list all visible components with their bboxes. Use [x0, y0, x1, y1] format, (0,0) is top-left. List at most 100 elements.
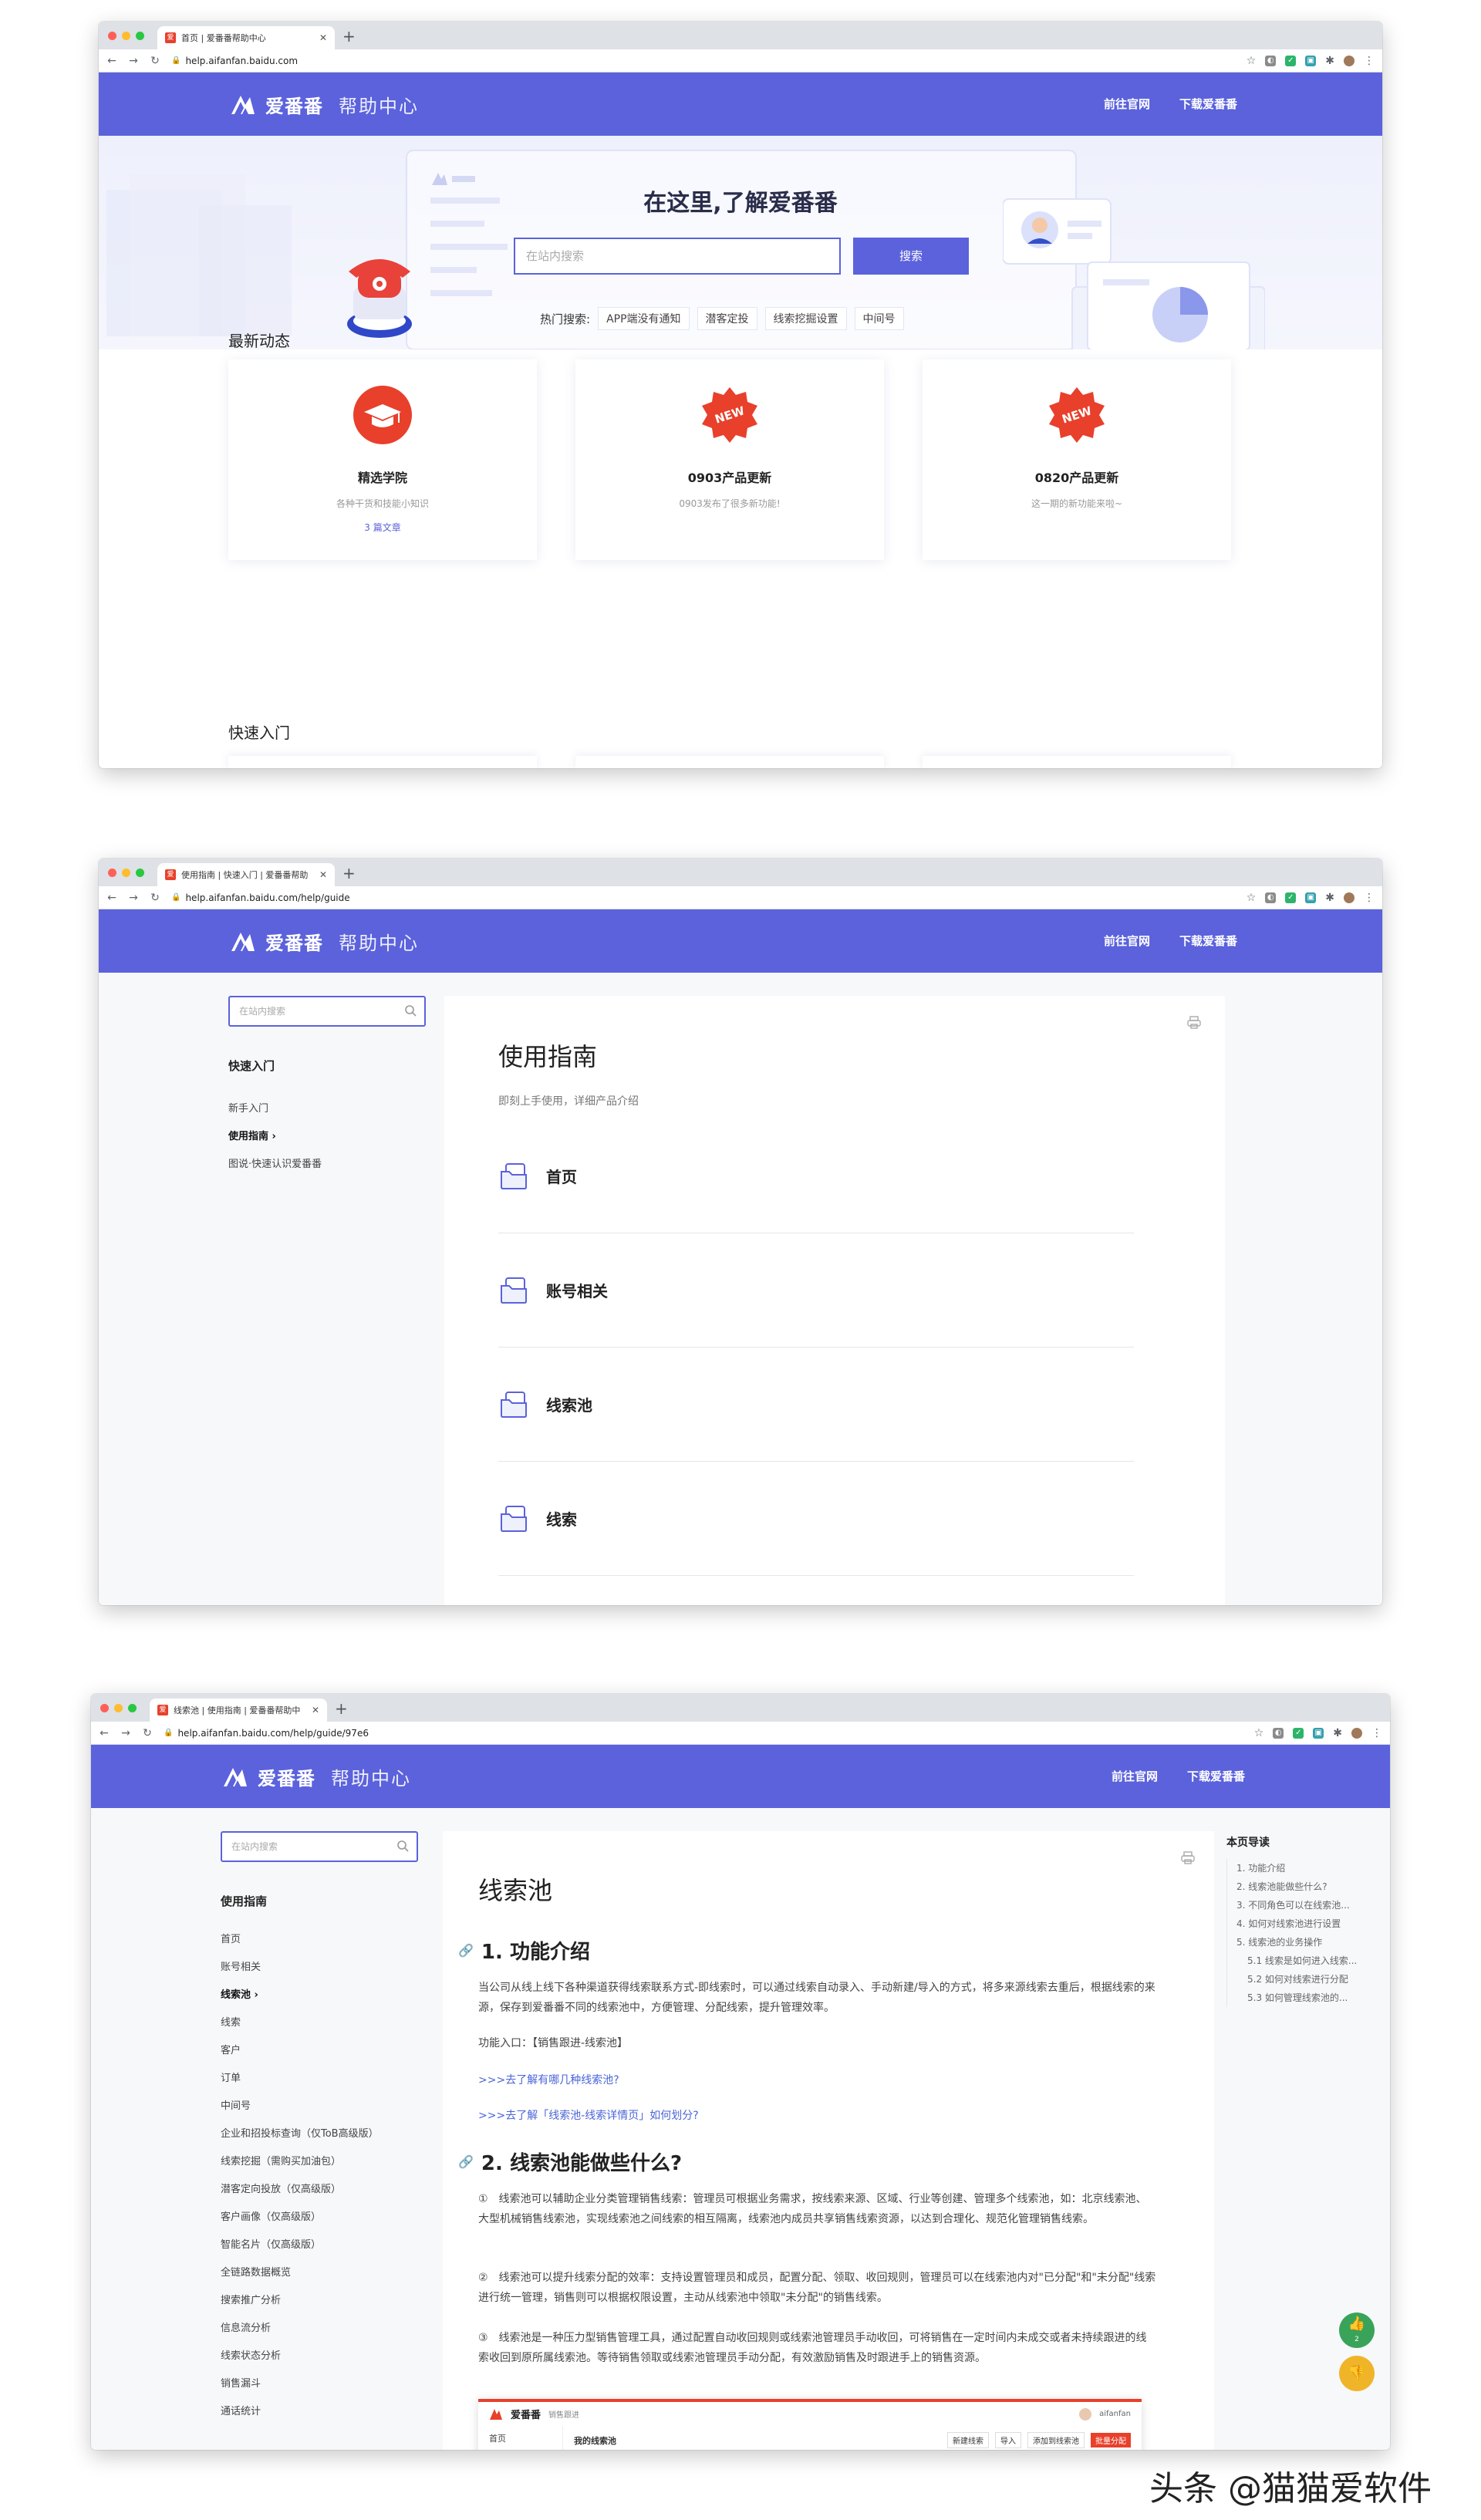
- sidebar-item[interactable]: 图说·快速认识爱番番: [228, 1151, 426, 1179]
- new-tab-icon[interactable]: +: [342, 27, 356, 46]
- sidebar-item[interactable]: 新手入门: [228, 1095, 426, 1123]
- forward-icon[interactable]: →: [128, 892, 139, 904]
- sidebar-item-active[interactable]: 使用指南 ›: [228, 1123, 426, 1151]
- toc-item[interactable]: 1. 功能介绍: [1236, 1859, 1365, 1877]
- sidebar-item[interactable]: 线索: [221, 2009, 418, 2037]
- sidebar-item[interactable]: 全链路数据概览: [221, 2259, 418, 2287]
- bookmark-star-icon[interactable]: ☆: [1254, 1727, 1264, 1739]
- sidebar-item[interactable]: 首页: [221, 1926, 418, 1954]
- forward-icon[interactable]: →: [128, 55, 139, 67]
- quick-card[interactable]: [575, 756, 884, 768]
- sidebar-item[interactable]: 线索挖掘（需购买加油包）: [221, 2148, 418, 2176]
- sidebar-item[interactable]: 信息流分析: [221, 2315, 418, 2343]
- minimize-window-button[interactable]: [122, 32, 130, 40]
- browser-tab[interactable]: 爱 线索池 | 使用指南 | 爱番番帮助中 ✕: [150, 1699, 327, 1722]
- url-field[interactable]: 🔒 help.aifanfan.baidu.com: [171, 56, 1236, 66]
- sidebar-item[interactable]: 客户: [221, 2037, 418, 2065]
- sidebar-search-input[interactable]: 在站内搜索: [221, 1831, 418, 1862]
- maximize-window-button[interactable]: [136, 869, 144, 877]
- news-card[interactable]: NEW 0820产品更新 这一期的新功能来啦~: [923, 359, 1231, 560]
- toc-item[interactable]: 5.1 线索是如何进入线索...: [1236, 1952, 1365, 1970]
- close-window-button[interactable]: [108, 869, 116, 877]
- quick-card[interactable]: [228, 756, 537, 768]
- puzzle-icon[interactable]: ✱: [1333, 1727, 1342, 1739]
- hot-search-tag[interactable]: 线索挖掘设置: [764, 307, 847, 330]
- guide-item[interactable]: 客户: [498, 1576, 1134, 1605]
- sidebar-item[interactable]: 订单: [221, 2065, 418, 2093]
- close-window-button[interactable]: [100, 1704, 109, 1712]
- url-field[interactable]: 🔒 help.aifanfan.baidu.com/help/guide: [171, 892, 1236, 903]
- hot-search-tag[interactable]: 潜客定投: [697, 307, 757, 330]
- bookmark-star-icon[interactable]: ☆: [1247, 892, 1257, 904]
- hot-search-tag[interactable]: 中间号: [854, 307, 904, 330]
- reload-icon[interactable]: ↻: [150, 892, 160, 904]
- hot-search-tag[interactable]: APP端没有通知: [598, 307, 690, 330]
- guide-item[interactable]: 账号相关: [498, 1233, 1134, 1348]
- guide-item[interactable]: 线索: [498, 1462, 1134, 1576]
- sidebar-item[interactable]: 销售漏斗: [221, 2370, 418, 2398]
- sidebar-item[interactable]: 潜客定向投放（仅高级版）: [221, 2176, 418, 2204]
- profile-avatar[interactable]: [1351, 1727, 1362, 1739]
- extension-icon[interactable]: ✓: [1293, 1727, 1304, 1739]
- search-icon[interactable]: [396, 1840, 409, 1852]
- menu-dots-icon[interactable]: ⋮: [1364, 55, 1375, 67]
- toc-item[interactable]: 4. 如何对线索池进行设置: [1236, 1914, 1365, 1933]
- sidebar-item[interactable]: 企业和招投标查询（仅ToB高级版）: [221, 2120, 418, 2148]
- browser-tab[interactable]: 爱 首页 | 爱番番帮助中心 ✕: [157, 26, 335, 49]
- hero-search-button[interactable]: 搜索: [853, 238, 969, 275]
- profile-avatar[interactable]: [1344, 892, 1354, 903]
- minimize-window-button[interactable]: [114, 1704, 123, 1712]
- sidebar-item[interactable]: 通话统计: [221, 2398, 418, 2426]
- back-icon[interactable]: ←: [99, 1727, 110, 1739]
- nav-official-site-link[interactable]: 前往官网: [1112, 1768, 1158, 1784]
- extension-icon[interactable]: ▣: [1305, 892, 1317, 903]
- toc-item[interactable]: 5.2 如何对线索进行分配: [1236, 1970, 1365, 1989]
- guide-item[interactable]: 线索池: [498, 1348, 1134, 1462]
- article-link[interactable]: >>>去了解「线索池-线索详情页」如何划分?: [478, 2107, 699, 2123]
- puzzle-icon[interactable]: ✱: [1325, 55, 1334, 67]
- extension-icon[interactable]: ◐: [1273, 1727, 1284, 1739]
- menu-dots-icon[interactable]: ⋮: [1371, 1727, 1382, 1739]
- extension-icon[interactable]: ◐: [1265, 892, 1277, 903]
- nav-download-link[interactable]: 下载爱番番: [1187, 1768, 1245, 1784]
- maximize-window-button[interactable]: [136, 32, 144, 40]
- minimize-window-button[interactable]: [122, 869, 130, 877]
- maximize-window-button[interactable]: [128, 1704, 137, 1712]
- toc-item[interactable]: 3. 不同角色可以在线索池...: [1236, 1896, 1365, 1914]
- close-window-button[interactable]: [108, 32, 116, 40]
- sidebar-item[interactable]: 搜索推广分析: [221, 2287, 418, 2315]
- sidebar-item[interactable]: 线索状态分析: [221, 2343, 418, 2370]
- new-tab-icon[interactable]: +: [342, 864, 356, 882]
- article-link[interactable]: >>>去了解有哪几种线索池?: [478, 2072, 619, 2087]
- print-icon[interactable]: [1180, 1850, 1196, 1865]
- hero-search-input[interactable]: 在站内搜索: [514, 238, 841, 275]
- toc-item[interactable]: 5. 线索池的业务操作: [1236, 1933, 1365, 1952]
- tab-close-icon[interactable]: ✕: [319, 869, 327, 880]
- toc-item[interactable]: 5.3 如何管理线索池的...: [1236, 1989, 1365, 2007]
- bookmark-star-icon[interactable]: ☆: [1247, 55, 1257, 67]
- extension-icon[interactable]: ✓: [1285, 892, 1297, 903]
- extension-icon[interactable]: ▣: [1305, 55, 1317, 66]
- menu-dots-icon[interactable]: ⋮: [1364, 892, 1375, 904]
- new-tab-icon[interactable]: +: [335, 1699, 348, 1718]
- tab-close-icon[interactable]: ✕: [312, 1705, 319, 1715]
- thumbs-down-button[interactable]: 👎: [1339, 2356, 1375, 2391]
- nav-download-link[interactable]: 下载爱番番: [1179, 96, 1237, 112]
- news-card[interactable]: 精选学院 各种干货和技能小知识 3 篇文章: [228, 359, 537, 560]
- forward-icon[interactable]: →: [120, 1727, 131, 1739]
- sidebar-item[interactable]: 中间号: [221, 2093, 418, 2120]
- extension-icon[interactable]: ✓: [1285, 55, 1297, 66]
- sidebar-search-input[interactable]: 在站内搜索: [228, 996, 426, 1027]
- print-icon[interactable]: [1186, 1014, 1202, 1030]
- thumbs-up-button[interactable]: 👍 2: [1339, 2313, 1375, 2348]
- nav-official-site-link[interactable]: 前往官网: [1104, 96, 1150, 112]
- reload-icon[interactable]: ↻: [150, 55, 160, 67]
- back-icon[interactable]: ←: [106, 55, 117, 67]
- quick-card[interactable]: [923, 756, 1231, 768]
- site-logo[interactable]: 爱番番 帮助中心: [228, 926, 419, 956]
- extension-icon[interactable]: ▣: [1313, 1727, 1324, 1739]
- tab-close-icon[interactable]: ✕: [319, 32, 327, 43]
- news-card[interactable]: NEW 0903产品更新 0903发布了很多新功能!: [575, 359, 884, 560]
- toc-item[interactable]: 2. 线索池能做些什么?: [1236, 1877, 1365, 1896]
- card-article-count-link[interactable]: 3 篇文章: [228, 521, 537, 534]
